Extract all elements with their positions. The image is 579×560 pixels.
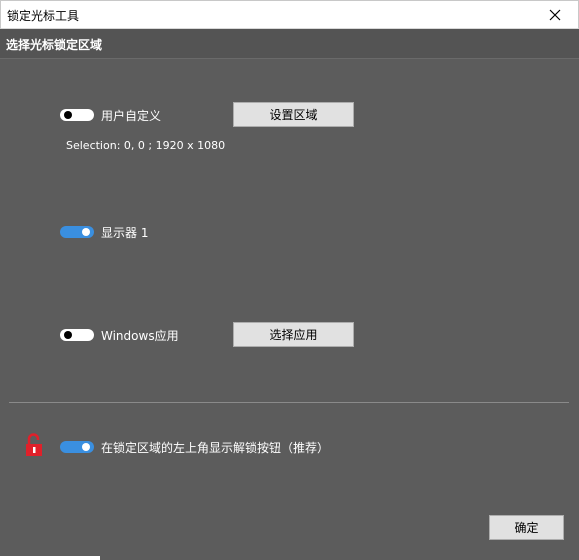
toggle-knob (64, 331, 72, 339)
close-button[interactable] (532, 1, 578, 29)
windows-app-label: Windows应用 (101, 329, 179, 343)
toggle-display[interactable] (60, 226, 94, 238)
toggle-custom[interactable] (60, 109, 94, 121)
select-app-button[interactable]: 选择应用 (233, 322, 354, 347)
divider (9, 402, 569, 403)
toggle-unlock-button[interactable] (60, 441, 94, 453)
ok-button[interactable]: 确定 (489, 515, 564, 540)
display-label: 显示器 1 (101, 226, 149, 240)
unlock-option-label: 在锁定区域的左上角显示解锁按钮（推荐） (101, 441, 330, 455)
toggle-knob (64, 111, 72, 119)
set-area-button[interactable]: 设置区域 (233, 102, 354, 127)
toggle-knob (82, 443, 90, 451)
toggle-knob (82, 228, 90, 236)
close-icon (549, 9, 561, 21)
section-header: 选择光标锁定区域 (0, 29, 579, 59)
unlock-icon (26, 433, 42, 456)
toggle-windows-app[interactable] (60, 329, 94, 341)
section-title: 选择光标锁定区域 (6, 38, 103, 52)
window-title: 锁定光标工具 (7, 9, 80, 23)
title-bar: 锁定光标工具 (0, 0, 579, 29)
taskbar-fragment (0, 556, 100, 560)
selection-text: Selection: 0, 0 ; 1920 x 1080 (66, 139, 226, 152)
custom-label: 用户自定义 (101, 109, 162, 123)
